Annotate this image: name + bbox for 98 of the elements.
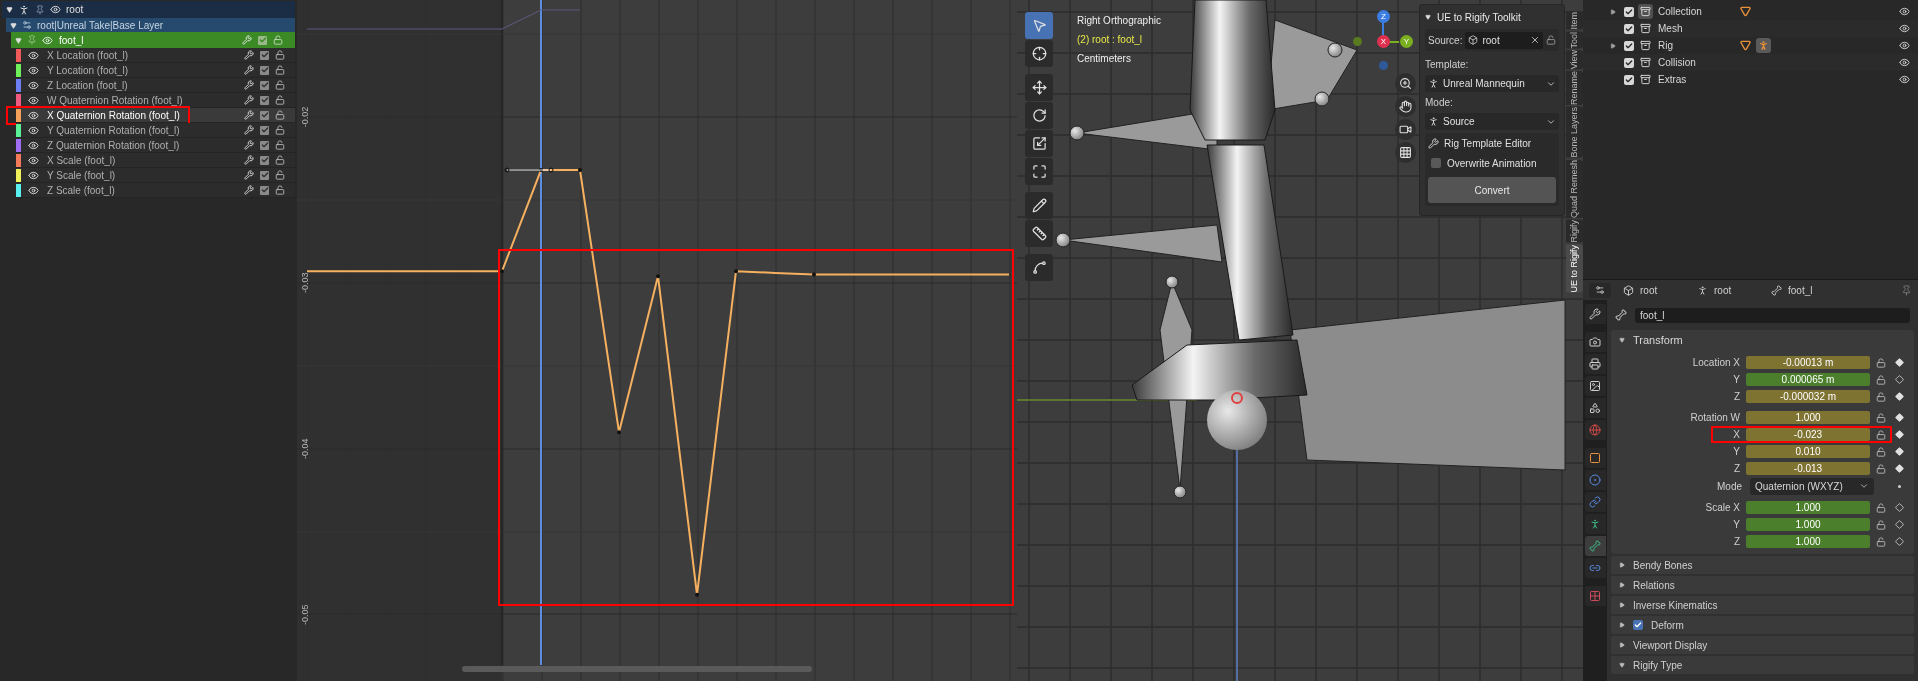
source-field[interactable]: root — [1465, 31, 1543, 49]
template-dropdown[interactable]: Unreal Mannequin — [1425, 75, 1559, 92]
sidebar-tab[interactable]: View — [1566, 50, 1583, 70]
field-label: Y — [1733, 373, 1741, 387]
panel-title: UE to Rigify Toolkit — [1437, 10, 1521, 25]
panel-header[interactable]: Bendy Bones — [1611, 556, 1914, 574]
field-label: Scale X — [1705, 501, 1741, 515]
panel-header[interactable]: Rigify Type — [1611, 656, 1914, 674]
sidebar-tab[interactable]: Bone Layers — [1566, 107, 1583, 158]
field-label: Z — [1733, 390, 1741, 404]
panel-header[interactable]: Viewport Display — [1611, 636, 1914, 654]
axis-gizmo[interactable]: Z X Y — [1347, 8, 1415, 74]
field-label: Z — [1733, 462, 1741, 476]
object-name: root — [66, 3, 84, 17]
channel-row[interactable]: W Quaternion Rotation (foot_l) — [16, 93, 295, 108]
group-name: foot_l — [59, 33, 84, 48]
mode-label: Mode: — [1425, 96, 1454, 110]
channel-name: Z Scale (foot_l) — [47, 183, 115, 198]
channel-row[interactable]: Z Location (foot_l) — [16, 78, 295, 93]
field-label: Y — [1733, 445, 1741, 459]
units-label: Centimeters — [1077, 52, 1132, 66]
number-field[interactable]: 1.000 — [1746, 501, 1870, 514]
panel-title: Bendy Bones — [1633, 558, 1693, 573]
channel-row[interactable]: X Scale (foot_l) — [16, 153, 295, 168]
field-label: Z — [1733, 535, 1741, 549]
field-label: X — [1733, 428, 1741, 442]
collection-name: Collision — [1658, 56, 1696, 70]
channel-row[interactable]: Z Scale (foot_l) — [16, 183, 295, 198]
overwrite-checkbox[interactable]: Overwrite Animation — [1428, 153, 1556, 173]
panel-header[interactable]: Inverse Kinematics — [1611, 596, 1914, 614]
active-object-label: (2) root : foot_l — [1077, 33, 1144, 47]
channel-name: X Scale (foot_l) — [47, 153, 116, 168]
sidebar-tab[interactable]: Tool — [1566, 31, 1583, 49]
number-field[interactable]: -0.023 — [1746, 428, 1870, 441]
axis-label: -0.04 — [300, 438, 310, 459]
panel-title: Relations — [1633, 578, 1675, 593]
collection-name: Extras — [1658, 73, 1687, 87]
sidebar-tab[interactable]: Item — [1566, 12, 1583, 30]
channel-row[interactable]: X Location (foot_l) — [16, 48, 295, 63]
field-label: Y — [1733, 518, 1741, 532]
field-label: Mode — [1717, 479, 1743, 494]
collection-name: Mesh — [1658, 22, 1683, 36]
sidebar-tab[interactable]: Rigify — [1566, 220, 1583, 243]
name-field[interactable]: foot_l — [1635, 307, 1910, 323]
number-field[interactable]: 1.000 — [1746, 518, 1870, 531]
channel-name: Y Quaternion Rotation (foot_l) — [47, 123, 180, 138]
number-field[interactable]: -0.013 — [1746, 462, 1870, 475]
mode-dropdown[interactable]: Quaternion (WXYZ) — [1750, 477, 1874, 495]
collection-name: Rig — [1658, 39, 1673, 53]
channel-row[interactable]: X Quaternion Rotation (foot_l) — [16, 108, 295, 123]
channel-name: Y Location (foot_l) — [47, 63, 128, 78]
breadcrumb-label[interactable]: foot_l — [1788, 282, 1813, 298]
sidebar-tab[interactable]: UE to Rigify — [1566, 244, 1583, 293]
number-field[interactable]: 0.010 — [1746, 445, 1870, 458]
number-field[interactable]: -0.000032 m — [1746, 390, 1870, 403]
sidebar-tab[interactable]: Rename — [1566, 71, 1583, 106]
panel-header[interactable]: Transform — [1611, 330, 1914, 350]
channel-name: X Quaternion Rotation (foot_l) — [47, 108, 180, 123]
channel-name: Z Quaternion Rotation (foot_l) — [47, 138, 180, 153]
template-label: Template: — [1425, 58, 1470, 72]
channel-row[interactable]: Y Quaternion Rotation (foot_l) — [16, 123, 295, 138]
panel-header[interactable]: Relations — [1611, 576, 1914, 594]
axis-label[interactable]: Z — [1377, 10, 1390, 23]
channel-row[interactable]: Y Scale (foot_l) — [16, 168, 295, 183]
channel-name: Z Location (foot_l) — [47, 78, 128, 93]
channel-name: Y Scale (foot_l) — [47, 168, 116, 183]
channel-row[interactable]: Y Location (foot_l) — [16, 63, 295, 78]
editor-label: Rig Template Editor — [1444, 136, 1532, 151]
panel-title: Viewport Display — [1633, 638, 1708, 653]
source-label: Source: — [1428, 33, 1463, 48]
action-name: root|Unreal Take|Base Layer — [37, 18, 164, 33]
channel-name: W Quaternion Rotation (foot_l) — [47, 93, 183, 108]
mode-dropdown[interactable]: Source — [1425, 113, 1559, 130]
channel-row[interactable]: Z Quaternion Rotation (foot_l) — [16, 138, 295, 153]
axis-label: -0.02 — [300, 106, 310, 128]
number-field[interactable]: -0.00013 m — [1746, 356, 1870, 369]
field-label: Rotation W — [1690, 411, 1741, 425]
number-field[interactable]: 0.000065 m — [1746, 373, 1870, 386]
panel-title: Inverse Kinematics — [1633, 598, 1718, 613]
group-row[interactable]: foot_l — [11, 32, 295, 48]
panel-title: Deform — [1651, 618, 1684, 633]
number-field[interactable]: 1.000 — [1746, 535, 1870, 548]
axis-label[interactable]: X — [1377, 35, 1390, 48]
view-name: Right Orthographic — [1077, 14, 1161, 28]
breadcrumb-label[interactable]: root — [1714, 282, 1732, 298]
object-row[interactable]: root — [2, 1, 295, 18]
breadcrumb-label[interactable]: root — [1640, 282, 1658, 298]
collection-name: Collection — [1658, 5, 1702, 19]
channel-name: X Location (foot_l) — [47, 48, 129, 63]
axis-label: -0.05 — [300, 604, 310, 625]
panel-header[interactable]: Deform — [1611, 616, 1914, 634]
axis-label: -0.03 — [300, 272, 310, 294]
field-label: Location X — [1692, 356, 1741, 370]
panel-title: Rigify Type — [1633, 658, 1683, 673]
sidebar-tab[interactable]: Quad Remesh — [1566, 159, 1583, 218]
action-row[interactable]: root|Unreal Take|Base Layer — [6, 18, 295, 32]
convert-button[interactable]: Convert — [1428, 177, 1556, 203]
number-field[interactable]: 1.000 — [1746, 411, 1870, 424]
